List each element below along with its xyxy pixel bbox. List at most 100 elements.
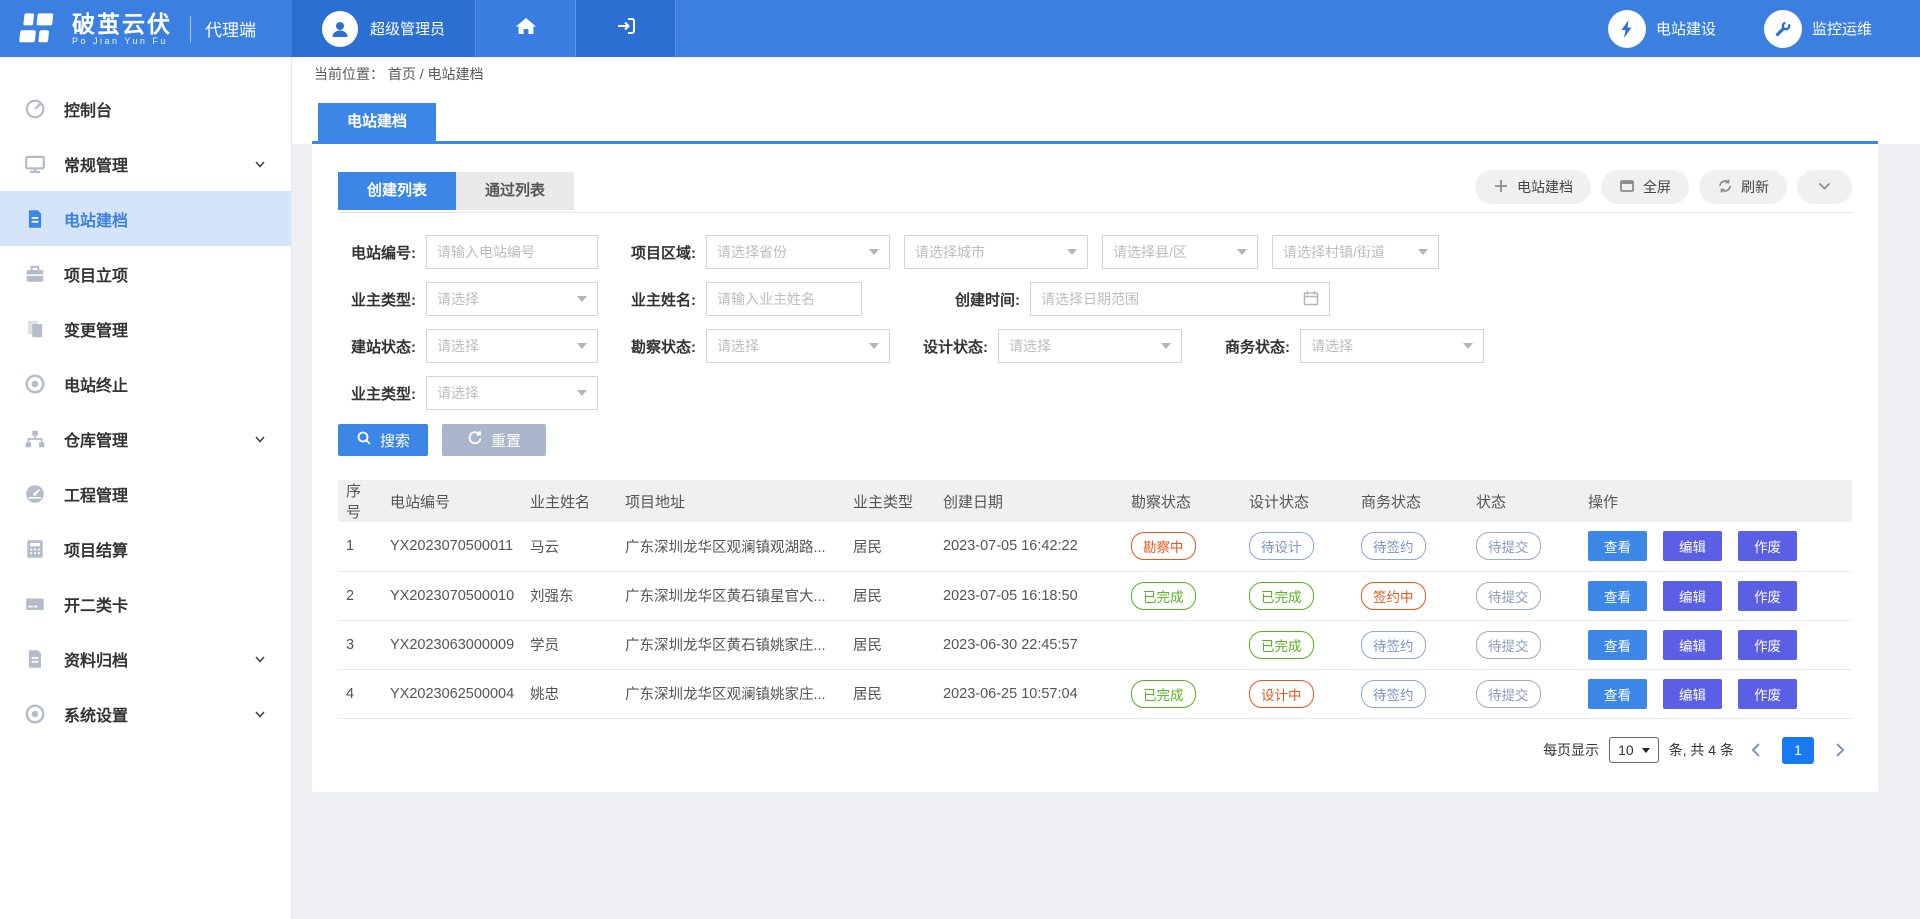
filter-label: 业主类型: — [338, 383, 426, 404]
sidebar-item-label: 开二类卡 — [64, 592, 128, 616]
sidebar-item-project-initiation[interactable]: 项目立项 — [0, 246, 291, 301]
owner-type-select[interactable]: 请选择 — [426, 282, 598, 316]
view-button[interactable]: 查看 — [1588, 630, 1647, 660]
edit-button[interactable]: 编辑 — [1663, 630, 1722, 660]
station-table: 序号 电站编号 业主姓名 项目地址 业主类型 创建日期 勘察状态 设计状态 商务… — [338, 480, 1852, 719]
target-icon — [22, 371, 48, 397]
page-1-button[interactable]: 1 — [1782, 737, 1814, 764]
reset-button[interactable]: 重置 — [442, 424, 546, 456]
filter-label: 业主姓名: — [618, 289, 706, 310]
select-arrow-icon — [1161, 343, 1171, 349]
sidebar-item-warehouse-mgmt[interactable]: 仓库管理 — [0, 411, 291, 466]
col-header: 设计状态 — [1241, 480, 1353, 522]
filter-label: 业主类型: — [338, 289, 426, 310]
edit-button[interactable]: 编辑 — [1663, 531, 1722, 561]
void-button[interactable]: 作废 — [1738, 581, 1797, 611]
survey-status-badge: 已完成 — [1131, 582, 1196, 610]
business-status-select[interactable]: 请选择 — [1300, 329, 1484, 363]
station-code-input[interactable] — [426, 235, 598, 269]
business-status-badge: 待签约 — [1361, 631, 1426, 659]
content-card: 创建列表 通过列表 电站建档 全屏 刷新 — [312, 144, 1878, 792]
gauge-icon — [22, 481, 48, 507]
sidebar-item-station-terminate[interactable]: 电站终止 — [0, 356, 291, 411]
void-button[interactable]: 作废 — [1738, 630, 1797, 660]
module-station-build[interactable]: 电站建设 — [1608, 10, 1716, 48]
sidebar-item-data-archive[interactable]: 资料归档 — [0, 631, 291, 686]
view-button[interactable]: 查看 — [1588, 581, 1647, 611]
city-select[interactable]: 请选择城市 — [904, 235, 1088, 269]
chevron-down-icon — [253, 707, 267, 721]
design-status-badge: 待设计 — [1249, 532, 1314, 560]
sidebar-item-engineering-mgmt[interactable]: 工程管理 — [0, 466, 291, 521]
home-button[interactable] — [476, 0, 576, 57]
sidebar-item-label: 电站终止 — [64, 372, 128, 396]
fullscreen-button[interactable]: 全屏 — [1601, 170, 1689, 204]
topbar-user-section: 超级管理员 — [292, 0, 676, 57]
status-badge: 待提交 — [1476, 680, 1541, 708]
main-content: 当前位置： 首页 / 电站建档 电站建档 创建列表 通过列表 电站建档 全屏 — [292, 57, 1920, 919]
logo-icon — [16, 11, 60, 47]
search-button[interactable]: 搜索 — [338, 424, 428, 456]
tab-passed-list[interactable]: 通过列表 — [456, 172, 574, 210]
add-station-button[interactable]: 电站建档 — [1475, 170, 1591, 204]
select-arrow-icon — [577, 390, 587, 396]
col-header: 序号 — [338, 480, 382, 522]
chevron-down-icon — [253, 652, 267, 666]
business-status-badge: 待签约 — [1361, 532, 1426, 560]
total-count-label: 条, 共 4 条 — [1669, 740, 1734, 760]
county-select[interactable]: 请选择县/区 — [1102, 235, 1258, 269]
survey-status-select[interactable]: 请选择 — [706, 329, 890, 363]
per-page-select[interactable]: 10 — [1609, 737, 1659, 763]
lightning-icon — [1608, 10, 1646, 48]
sidebar: 控制台 常规管理 电站建档 项目立项 变更管理 电站终止 仓库管理 工程管理 项… — [0, 57, 292, 919]
logout-button[interactable] — [576, 0, 676, 57]
sidebar-item-change-mgmt[interactable]: 变更管理 — [0, 301, 291, 356]
refresh-button[interactable]: 刷新 — [1699, 170, 1787, 204]
view-button[interactable]: 查看 — [1588, 531, 1647, 561]
topbar: 破茧云伏 Po Jian Yun Fu 代理端 超级管理员 — [0, 0, 1920, 57]
sidebar-item-system-settings[interactable]: 系统设置 — [0, 686, 291, 741]
sidebar-item-label: 电站建档 — [64, 207, 128, 231]
sidebar-item-label: 常规管理 — [64, 152, 128, 176]
calendar-icon — [1303, 290, 1319, 309]
edit-button[interactable]: 编辑 — [1663, 581, 1722, 611]
date-range-picker[interactable]: 请选择日期范围 — [1030, 282, 1330, 316]
prev-page-button[interactable] — [1744, 742, 1768, 758]
filter-label: 建站状态: — [338, 336, 426, 357]
village-select[interactable]: 请选择村镇/街道 — [1272, 235, 1439, 269]
owner-name-input[interactable] — [706, 282, 862, 316]
sidebar-item-open-class2-card[interactable]: 开二类卡 — [0, 576, 291, 631]
province-select[interactable]: 请选择省份 — [706, 235, 890, 269]
tab-create-list[interactable]: 创建列表 — [338, 172, 456, 210]
refresh-icon — [1717, 178, 1733, 197]
per-page-label: 每页显示 — [1543, 740, 1599, 760]
build-status-select[interactable]: 请选择 — [426, 329, 598, 363]
card-icon — [22, 591, 48, 617]
sidebar-item-general-mgmt[interactable]: 常规管理 — [0, 136, 291, 191]
design-status-select[interactable]: 请选择 — [998, 329, 1182, 363]
col-header: 状态 — [1468, 480, 1580, 522]
void-button[interactable]: 作废 — [1738, 531, 1797, 561]
monitor-icon — [22, 151, 48, 177]
owner-type2-select[interactable]: 请选择 — [426, 376, 598, 410]
user-menu[interactable]: 超级管理员 — [292, 0, 476, 57]
collapse-button[interactable] — [1797, 170, 1852, 204]
calculator-icon — [22, 536, 48, 562]
sidebar-item-console[interactable]: 控制台 — [0, 81, 291, 136]
sidebar-item-project-settlement[interactable]: 项目结算 — [0, 521, 291, 576]
next-page-button[interactable] — [1828, 742, 1852, 758]
void-button[interactable]: 作废 — [1738, 679, 1797, 709]
edit-button[interactable]: 编辑 — [1663, 679, 1722, 709]
view-button[interactable]: 查看 — [1588, 679, 1647, 709]
col-header: 操作 — [1580, 480, 1852, 522]
sidebar-item-station-archive[interactable]: 电站建档 — [0, 191, 291, 246]
page-tab[interactable]: 电站建档 — [318, 103, 436, 141]
chevron-down-icon — [253, 432, 267, 446]
module-monitor-ops[interactable]: 监控运维 — [1764, 10, 1872, 48]
breadcrumb-label: 当前位置： — [314, 66, 384, 82]
chevron-down-icon — [253, 157, 267, 171]
sidebar-item-label: 控制台 — [64, 97, 112, 121]
filter-actions: 搜索 重置 — [338, 424, 1852, 456]
select-arrow-icon — [577, 296, 587, 302]
breadcrumb: 当前位置： 首页 / 电站建档 — [292, 57, 1920, 91]
